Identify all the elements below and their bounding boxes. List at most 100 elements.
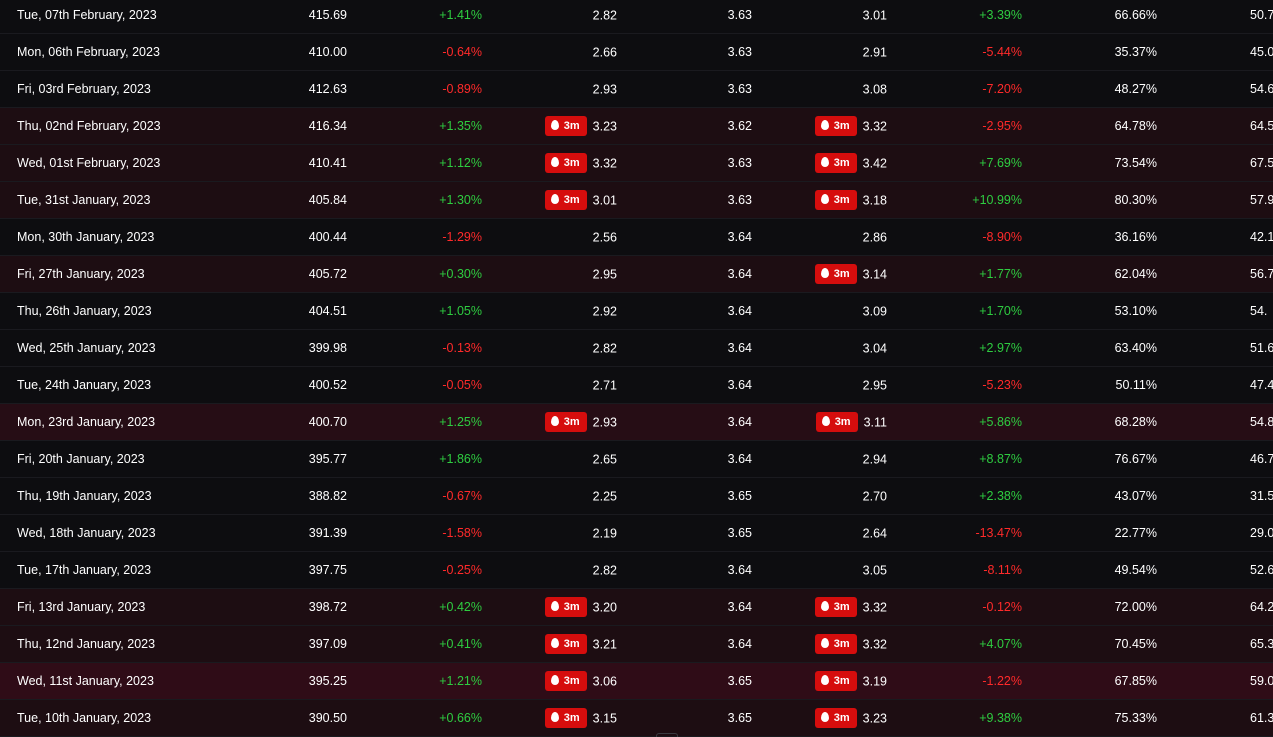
table-row[interactable]: Mon, 06th February, 2023 410.00 -0.64% 2.66… bbox=[0, 34, 1273, 71]
badge-label: 3m bbox=[563, 156, 580, 169]
value2-cell: 3.62 bbox=[727, 119, 752, 133]
value1-cell: 2.82 bbox=[593, 0, 617, 33]
cell-value: 2.19 bbox=[592, 526, 617, 541]
table-row[interactable]: Fri, 03rd February, 2023 412.63 -0.89% 2.93… bbox=[0, 71, 1273, 108]
value3-cell: 3m 3.19 bbox=[814, 663, 887, 699]
close-cell: 400.44 bbox=[308, 230, 347, 244]
change-cell: +1.30% bbox=[439, 193, 482, 207]
badge-label: 3m bbox=[833, 193, 850, 206]
flame-icon bbox=[550, 156, 559, 167]
date-cell: Tue, 24th January, 2023 bbox=[17, 378, 152, 392]
value2-cell: 3.63 bbox=[727, 45, 752, 59]
cell-value: 2.93 bbox=[592, 415, 617, 430]
value2-cell: 3.64 bbox=[727, 637, 752, 651]
change2-cell: -1.22% bbox=[982, 674, 1022, 688]
percent-cell: 36.16% bbox=[1114, 230, 1157, 244]
flame-icon bbox=[550, 415, 559, 426]
value3-cell: 3.05 bbox=[863, 552, 887, 588]
flame-icon bbox=[550, 193, 559, 204]
change-cell: -1.58% bbox=[442, 526, 482, 540]
table-row[interactable]: Thu, 19th January, 2023 388.82 -0.67% 2.25 3… bbox=[0, 478, 1273, 515]
badge-label: 3m bbox=[833, 156, 850, 169]
badge-label: 3m bbox=[563, 119, 580, 132]
table-row[interactable]: Thu, 02nd February, 2023 416.34 +1.35% 3m 3.… bbox=[0, 108, 1273, 145]
value3-cell: 3.08 bbox=[863, 71, 887, 107]
value3-cell: 2.95 bbox=[863, 367, 887, 403]
value1-cell: 2.25 bbox=[593, 478, 617, 514]
table-row[interactable]: Fri, 13rd January, 2023 398.72 +0.42% 3m 3.2… bbox=[0, 589, 1273, 626]
percent-cell: 62.04% bbox=[1114, 267, 1157, 281]
last-cell: 64.2 bbox=[1250, 600, 1273, 614]
cell-value: 2.70 bbox=[862, 489, 887, 504]
table-row[interactable]: Thu, 12nd January, 2023 397.09 +0.41% 3m 3.2… bbox=[0, 626, 1273, 663]
flame-icon bbox=[550, 119, 559, 130]
flame-icon bbox=[820, 600, 829, 611]
table-row[interactable]: Tue, 31st January, 2023 405.84 +1.30% 3m 3.0… bbox=[0, 182, 1273, 219]
change2-cell: -8.11% bbox=[983, 563, 1022, 577]
last-cell: 67.5 bbox=[1250, 156, 1273, 170]
close-cell: 391.39 bbox=[308, 526, 347, 540]
table-row[interactable]: Tue, 17th January, 2023 397.75 -0.25% 2.82 3… bbox=[0, 552, 1273, 589]
value3-cell: 2.70 bbox=[863, 478, 887, 514]
cell-value: 2.82 bbox=[592, 341, 617, 356]
change-cell: +1.12% bbox=[439, 156, 482, 170]
cell-value: 3.23 bbox=[592, 119, 617, 134]
table-row[interactable]: Tue, 24th January, 2023 400.52 -0.05% 2.71 3… bbox=[0, 367, 1273, 404]
date-cell: Tue, 31st January, 2023 bbox=[17, 193, 151, 207]
flame-icon bbox=[820, 674, 829, 685]
badge-label: 3m bbox=[563, 193, 580, 206]
last-cell: 61.3 bbox=[1250, 711, 1273, 725]
table-row[interactable]: Fri, 27th January, 2023 405.72 +0.30% 2.95 3… bbox=[0, 256, 1273, 293]
value1-cell: 2.56 bbox=[593, 219, 617, 255]
badge-label: 3m bbox=[834, 415, 851, 428]
cell-value: 3.42 bbox=[862, 156, 887, 171]
close-cell: 390.50 bbox=[308, 711, 347, 725]
period-badge: 3m bbox=[544, 707, 587, 728]
close-cell: 405.84 bbox=[308, 193, 347, 207]
value2-cell: 3.64 bbox=[727, 378, 752, 392]
badge-label: 3m bbox=[833, 267, 850, 280]
flame-icon bbox=[820, 711, 829, 722]
cell-value: 3.32 bbox=[592, 156, 617, 171]
cell-value: 3.09 bbox=[862, 304, 887, 319]
change-cell: +0.42% bbox=[439, 600, 482, 614]
change2-cell: -13.47% bbox=[975, 526, 1022, 540]
cell-value: 3.14 bbox=[862, 267, 887, 282]
percent-cell: 48.27% bbox=[1114, 82, 1157, 96]
period-badge: 3m bbox=[544, 152, 587, 173]
date-cell: Thu, 19th January, 2023 bbox=[17, 489, 152, 503]
cell-value: 3.08 bbox=[862, 82, 887, 97]
table-row[interactable]: Wed, 01st February, 2023 410.41 +1.12% 3m 3.… bbox=[0, 145, 1273, 182]
value2-cell: 3.63 bbox=[727, 8, 752, 22]
table-row[interactable]: Tue, 10th January, 2023 390.50 +0.66% 3m 3.1… bbox=[0, 700, 1273, 737]
period-badge: 3m bbox=[544, 670, 587, 691]
cell-value: 3.01 bbox=[592, 193, 617, 208]
table-row[interactable]: Wed, 18th January, 2023 391.39 -1.58% 2.19 3… bbox=[0, 515, 1273, 552]
table-row[interactable]: Tue, 07th February, 2023 415.69 +1.41% 2.82… bbox=[0, 0, 1273, 34]
close-cell: 400.52 bbox=[308, 378, 347, 392]
table-row[interactable]: Wed, 11st January, 2023 395.25 +1.21% 3m 3.0… bbox=[0, 663, 1273, 700]
last-cell: 42.1 bbox=[1250, 230, 1273, 244]
period-badge: 3m bbox=[814, 633, 857, 654]
period-badge: 3m bbox=[814, 152, 857, 173]
value2-cell: 3.64 bbox=[727, 341, 752, 355]
change2-cell: +9.38% bbox=[979, 711, 1022, 725]
change-cell: -1.29% bbox=[442, 230, 482, 244]
value2-cell: 3.65 bbox=[727, 711, 752, 725]
table-row[interactable]: Thu, 26th January, 2023 404.51 +1.05% 2.92 3… bbox=[0, 293, 1273, 330]
value1-cell: 3m 3.15 bbox=[544, 700, 617, 736]
value3-cell: 2.94 bbox=[863, 441, 887, 477]
table-row[interactable]: Mon, 23rd January, 2023 400.70 +1.25% 3m 2.9… bbox=[0, 404, 1273, 441]
date-cell: Wed, 01st February, 2023 bbox=[17, 156, 161, 170]
table-row[interactable]: Mon, 30th January, 2023 400.44 -1.29% 2.56 3… bbox=[0, 219, 1273, 256]
close-cell: 404.51 bbox=[308, 304, 347, 318]
scroll-handle[interactable] bbox=[656, 733, 678, 737]
last-cell: 57.9 bbox=[1250, 193, 1273, 207]
cell-value: 2.91 bbox=[862, 45, 887, 60]
table-row[interactable]: Fri, 20th January, 2023 395.77 +1.86% 2.65 3… bbox=[0, 441, 1273, 478]
percent-cell: 35.37% bbox=[1114, 45, 1157, 59]
value1-cell: 3m 3.01 bbox=[544, 182, 617, 218]
last-cell: 54.8 bbox=[1250, 415, 1273, 429]
table-row[interactable]: Wed, 25th January, 2023 399.98 -0.13% 2.82 3… bbox=[0, 330, 1273, 367]
badge-label: 3m bbox=[833, 637, 850, 650]
